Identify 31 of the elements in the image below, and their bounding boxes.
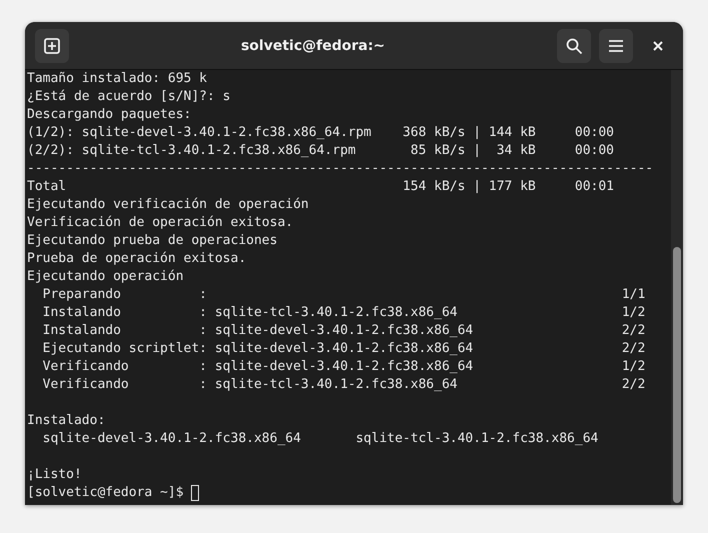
search-button[interactable]: [557, 28, 591, 62]
terminal-line: Prueba de operación exitosa.: [27, 250, 248, 268]
terminal-line: (2/2): sqlite-tcl-3.40.1-2.fc38.x86_64.rpm 85 kB/s | 34 kB 00:00: [27, 142, 615, 160]
window-title: solvetic@fedora:~: [240, 38, 386, 54]
menu-button[interactable]: [599, 28, 633, 62]
new-tab-button[interactable]: [35, 28, 69, 62]
terminal-line: Ejecutando operación: [27, 268, 185, 286]
terminal-line: Ejecutando scriptlet: sqlite-devel-3.40.1-2.fc38.x86_64 2/2: [42, 340, 646, 358]
close-icon: [653, 40, 663, 50]
terminal-line: Instalado:: [27, 412, 106, 430]
plus-square-icon: [43, 36, 61, 54]
scrollbar-thumb[interactable]: [673, 247, 681, 503]
terminal-line: Verificando : sqlite-tcl-3.40.1-2.fc38.x86_64 2/2: [42, 376, 646, 394]
search-icon: [565, 36, 583, 54]
terminal-line: Verificando : sqlite-devel-3.40.1-2.fc38.x86_64 1/2: [42, 358, 646, 376]
terminal-line: Ejecutando verificación de operación: [27, 196, 310, 214]
terminal-line: Ejecutando prueba de operaciones: [27, 232, 278, 250]
terminal-line: Instalando : sqlite-devel-3.40.1-2.fc38.x86_64 2/2: [42, 322, 646, 340]
terminal-line: ¿Está de acuerdo [s/N]?: s: [27, 88, 232, 106]
text-cursor: [191, 485, 200, 501]
terminal-line: sqlite-devel-3.40.1-2.fc38.x86_64 sqlite-tcl-3.40.1-2.fc38.x86_64: [42, 430, 600, 448]
terminal-line: ¡Listo!: [27, 466, 83, 484]
terminal-line: Verificación de operación exitosa.: [27, 214, 294, 232]
terminal-line: Descargando paquetes:: [27, 106, 192, 124]
terminal-line: (1/2): sqlite-devel-3.40.1-2.fc38.x86_64.rpm 368 kB/s | 144 kB 00:00: [27, 124, 615, 142]
terminal-line: Preparando : 1/1: [42, 286, 646, 304]
shell-prompt: [solvetic@fedora ~]$: [27, 484, 185, 502]
terminal-line: Tamaño instalado: 695 k: [27, 70, 208, 88]
terminal-line: Total 154 kB/s | 177 kB 00:01: [27, 178, 615, 196]
terminal-line: Instalando : sqlite-tcl-3.40.1-2.fc38.x86_64 1/2: [42, 304, 646, 322]
terminal-line: --------------------------------------------------------------------------------: [27, 160, 654, 178]
